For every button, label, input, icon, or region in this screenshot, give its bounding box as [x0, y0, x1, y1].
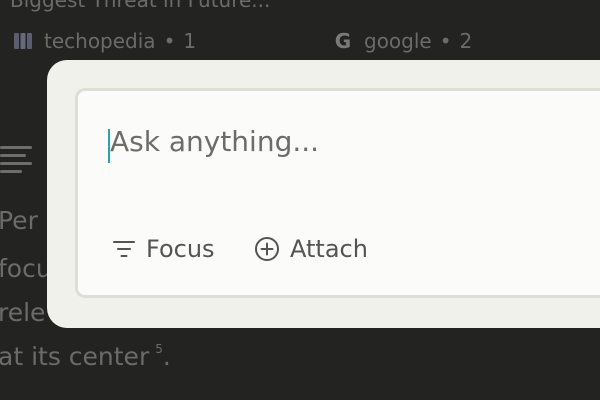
source-count: 2: [459, 29, 473, 53]
ask-input-placeholder[interactable]: Ask anything...: [110, 125, 319, 158]
source-name: google: [364, 29, 432, 53]
background-paragraph-line: rele: [0, 298, 46, 327]
attach-button-label: Attach: [290, 235, 368, 263]
background-paragraph-line: focu: [0, 254, 52, 283]
techopedia-logo-icon: [10, 28, 36, 54]
background-paragraph-line: Per: [0, 206, 38, 235]
ask-input-box[interactable]: Ask anything... Focus Attach: [75, 88, 600, 298]
screen: Biggest Threat in Future... techopedia •…: [0, 0, 600, 400]
google-logo-icon: G: [334, 29, 352, 53]
add-circle-icon: [254, 236, 280, 262]
ask-modal: Ask anything... Focus Attach: [47, 60, 600, 328]
source-google: G google • 2: [330, 28, 472, 54]
source-count: 1: [183, 29, 197, 53]
background-paragraph-text: at its center: [0, 342, 150, 371]
trailing-period: .: [162, 342, 171, 371]
focus-button-label: Focus: [146, 235, 215, 263]
background-result-title: Biggest Threat in Future...: [10, 0, 271, 12]
source-separator: •: [163, 29, 176, 53]
menu-lines-icon: [0, 144, 32, 174]
source-separator: •: [439, 29, 452, 53]
filter-icon: [112, 238, 136, 260]
footnote-marker[interactable]: 5: [155, 342, 163, 356]
source-name: techopedia: [44, 29, 156, 53]
focus-button[interactable]: Focus: [112, 235, 215, 263]
attach-button[interactable]: Attach: [254, 235, 368, 263]
background-paragraph-last-line: at its center 5.: [0, 342, 171, 371]
source-techopedia: techopedia • 1: [10, 28, 196, 54]
